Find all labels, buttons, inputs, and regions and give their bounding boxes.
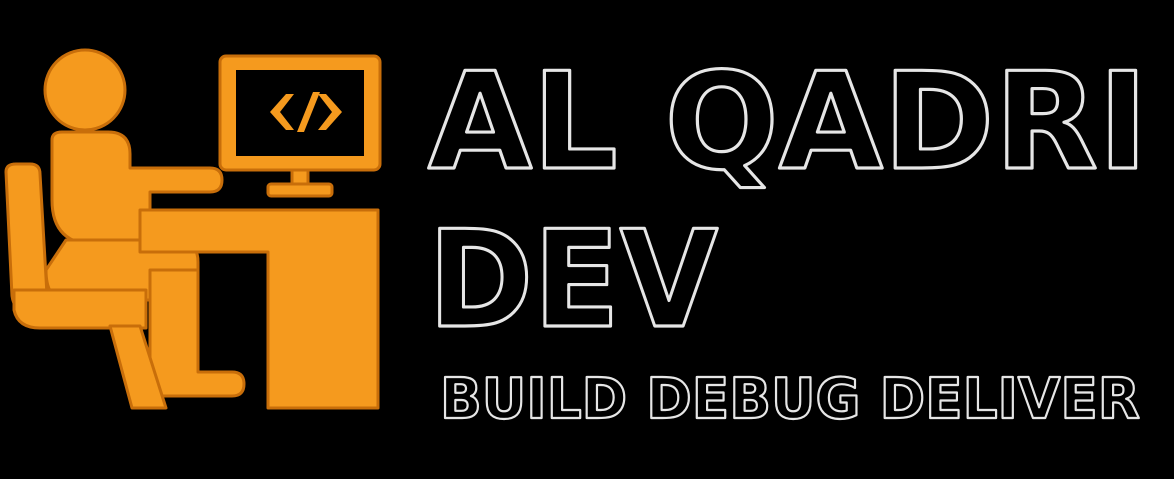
logo-banner: AL QADRI AL QADRI DEV DEV BUILD DEBUG DE… — [0, 0, 1174, 479]
wordmark: AL QADRI AL QADRI DEV DEV BUILD DEBUG DE… — [426, 42, 1149, 433]
brand-tagline-inner-outline: BUILD DEBUG DELIVER — [440, 367, 1140, 432]
brand-name-line1-inner-outline: AL QADRI — [428, 44, 1148, 200]
brand-name-line2-inner-outline: DEV — [428, 202, 718, 358]
